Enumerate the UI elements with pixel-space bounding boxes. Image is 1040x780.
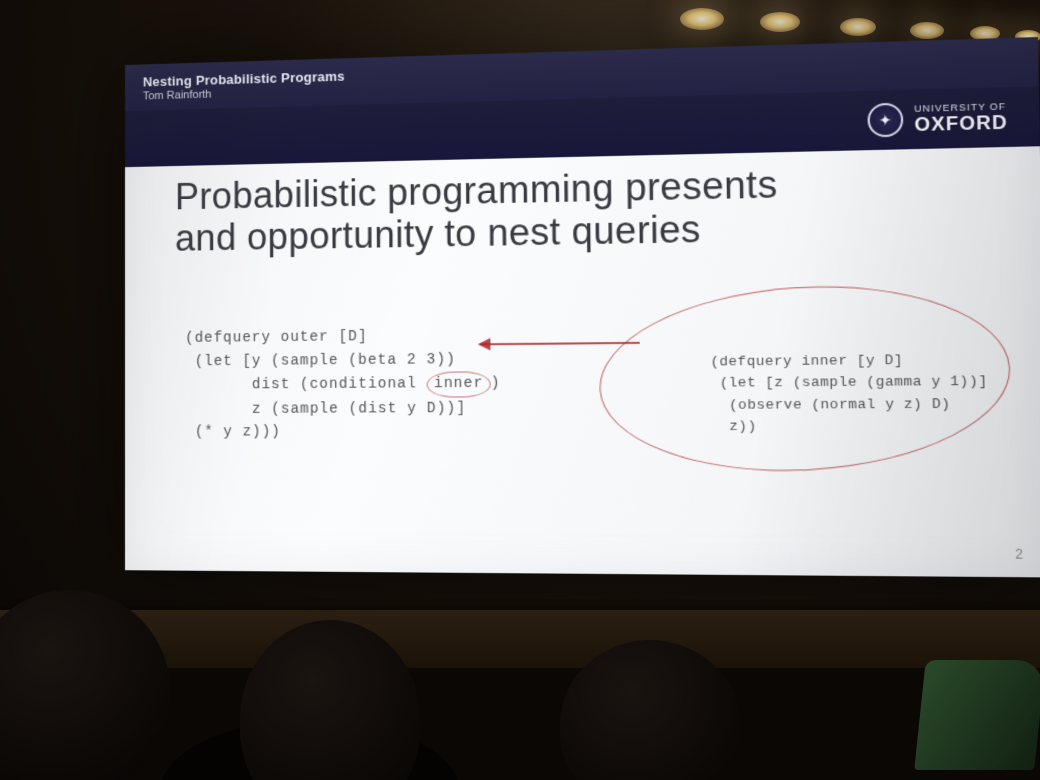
slide-title-line2: and opportunity to nest queries [175,208,701,259]
projection-screen: Nesting Probabilistic Programs Tom Rainf… [125,37,1040,577]
code-line: (defquery outer [D] [185,329,368,347]
affiliation-line2: OXFORD [914,111,1008,136]
code-area: (defquery outer [D] (let [y (sample (bet… [185,295,1002,544]
lecture-scene: Nesting Probabilistic Programs Tom Rainf… [0,0,1040,780]
ceiling-light-icon [760,12,800,32]
code-line: z (sample (dist y D))] [185,400,466,418]
inner-reference-highlight: inner [427,371,491,397]
code-line: (let [z (sample (gamma y 1))] [711,374,988,392]
code-line: z)) [711,418,757,434]
arrow-icon [480,342,640,346]
code-line: (observe (normal y z) D) [711,396,951,413]
ceiling-light-icon [840,18,876,36]
code-line: (let [y (sample (beta 2 3)) [185,352,456,371]
affiliation-badge: ✦ UNIVERSITY OF OXFORD [867,100,1008,138]
bag-silhouette [914,660,1040,770]
ceiling-light-icon [680,8,724,30]
university-crest-icon: ✦ [867,103,903,138]
slide: Nesting Probabilistic Programs Tom Rainf… [125,37,1040,577]
code-line: (* y z))) [185,424,281,441]
page-number: 2 [1015,547,1023,562]
inner-query-code: (defquery inner [y D] (let [z (sample (g… [710,306,989,458]
code-line: dist (conditional inner) [185,376,501,394]
slide-title: Probabilistic programming presents and o… [125,146,1040,260]
ceiling-light-icon [910,22,944,39]
outer-query-code: (defquery outer [D] (let [y (sample (bet… [185,302,501,467]
code-line: (defquery inner [y D] [710,353,903,370]
affiliation-text: UNIVERSITY OF OXFORD [914,100,1008,135]
